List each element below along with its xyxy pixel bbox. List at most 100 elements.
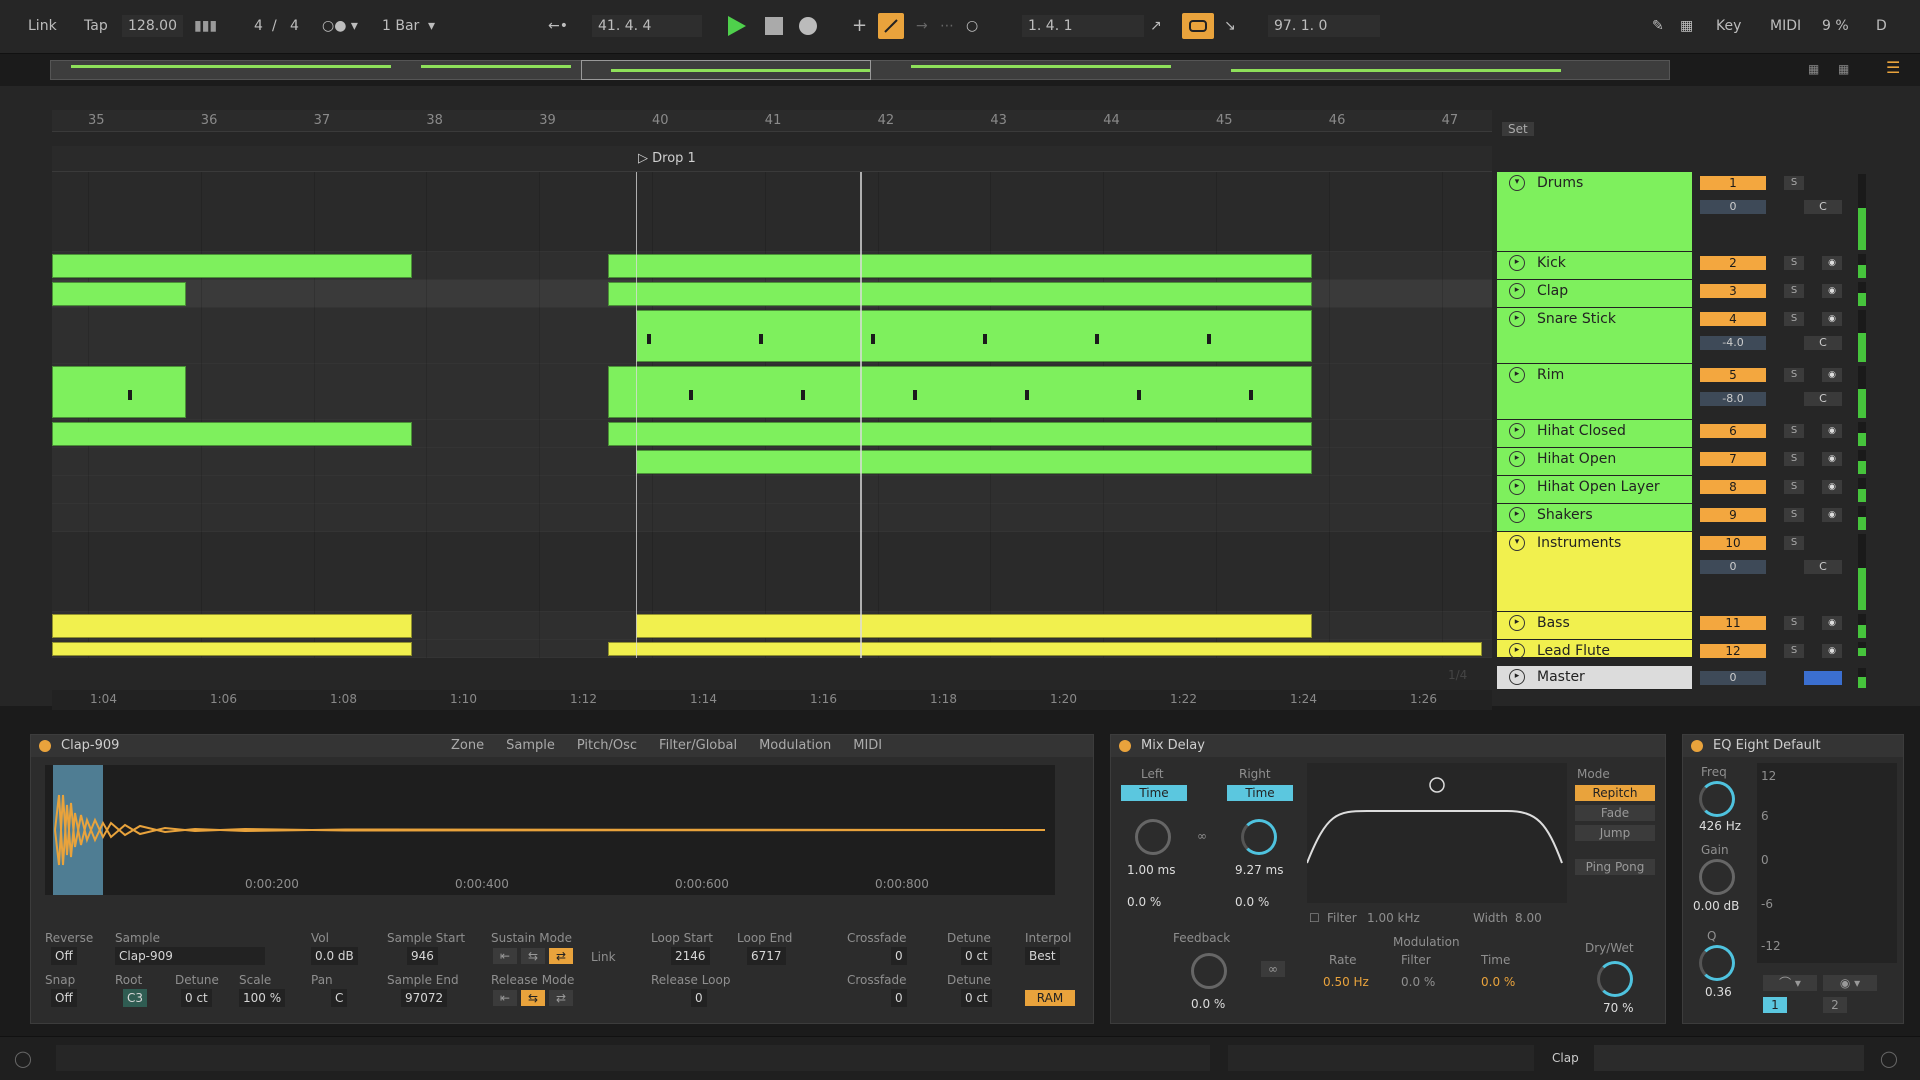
track-activator-button[interactable]: 12 bbox=[1700, 644, 1766, 658]
track-arm-icon[interactable]: ▸ bbox=[1509, 423, 1525, 439]
record-arm-icon[interactable]: ◉ bbox=[1822, 616, 1842, 630]
arrangement-clip[interactable] bbox=[608, 282, 1312, 306]
play-button[interactable] bbox=[722, 12, 750, 40]
quantize-menu[interactable]: 1 Bar bbox=[382, 15, 419, 37]
track-activator-button[interactable]: 10 bbox=[1700, 536, 1766, 550]
filter-checkbox-icon[interactable]: ☐ bbox=[1309, 911, 1320, 925]
arrangement-overview[interactable] bbox=[50, 60, 1670, 80]
waveform-display[interactable]: 0:00:200 0:00:400 0:00:600 0:00:800 bbox=[45, 765, 1055, 895]
track-activator-button[interactable]: 5 bbox=[1700, 368, 1766, 382]
arrangement-clip[interactable] bbox=[608, 366, 1312, 418]
track-pan[interactable]: C bbox=[1804, 560, 1842, 574]
show-detail-icon[interactable]: ◯ bbox=[1880, 1049, 1898, 1068]
eq-freq-knob[interactable] bbox=[1699, 781, 1735, 817]
arrangement-clip[interactable] bbox=[52, 422, 412, 446]
playhead[interactable] bbox=[860, 172, 862, 658]
sampler-tab[interactable]: Pitch/Osc bbox=[577, 738, 637, 753]
arrangement-clip[interactable] bbox=[608, 642, 1482, 656]
capture-icon[interactable]: → bbox=[916, 15, 928, 37]
track-arm-icon[interactable]: ▸ bbox=[1509, 669, 1525, 685]
root-field[interactable]: C3 bbox=[123, 989, 148, 1007]
record-arm-icon[interactable]: ◉ bbox=[1822, 452, 1842, 466]
track-pan[interactable]: C bbox=[1804, 392, 1842, 406]
mod-filter-value[interactable]: 0.0 % bbox=[1401, 975, 1435, 989]
track-pan[interactable]: C bbox=[1804, 200, 1842, 214]
cue-volume[interactable] bbox=[1804, 671, 1842, 685]
track-arm-icon[interactable]: ▸ bbox=[1509, 507, 1525, 523]
metronome-toggle-icon[interactable]: ○● ▾ bbox=[322, 15, 358, 37]
eq-band-a-button[interactable]: 1 bbox=[1763, 997, 1787, 1013]
loop-start-field[interactable]: 2146 bbox=[671, 947, 710, 965]
record-arm-icon[interactable]: ◉ bbox=[1822, 284, 1842, 298]
loop-start-field[interactable]: 1. 4. 1 bbox=[1022, 15, 1144, 37]
track-header[interactable]: ▾ Drums bbox=[1497, 172, 1692, 252]
arrangement-clip[interactable] bbox=[636, 614, 1312, 638]
track-arm-icon[interactable]: ▸ bbox=[1509, 451, 1525, 467]
computer-keyboard-icon[interactable]: ▦ bbox=[1680, 15, 1693, 37]
drywet-knob[interactable] bbox=[1597, 961, 1633, 997]
arrangement-clip[interactable] bbox=[52, 282, 186, 306]
link-toggle[interactable]: Link bbox=[591, 950, 616, 964]
arrangement-clip[interactable] bbox=[52, 254, 412, 278]
track-arm-icon[interactable]: ▸ bbox=[1509, 283, 1525, 299]
overview-zoom-out-icon[interactable]: ▦ bbox=[1838, 62, 1849, 76]
link-button[interactable]: Link bbox=[28, 15, 57, 37]
set-button[interactable]: Set bbox=[1502, 122, 1534, 136]
track-activator-button[interactable]: 2 bbox=[1700, 256, 1766, 270]
sampler-tab[interactable]: Modulation bbox=[759, 738, 831, 753]
tempo-field[interactable]: 128.00 bbox=[122, 15, 183, 37]
solo-button[interactable]: S bbox=[1784, 424, 1804, 438]
freeze-button[interactable]: ∞ bbox=[1261, 961, 1285, 977]
pan-field[interactable]: C bbox=[331, 989, 348, 1007]
eq-band-b-button[interactable]: 2 bbox=[1823, 997, 1847, 1013]
quantize-chevron-down-icon[interactable]: ▾ bbox=[428, 15, 435, 37]
sample-end-field[interactable]: 97072 bbox=[401, 989, 448, 1007]
track-activator-button[interactable]: 9 bbox=[1700, 508, 1766, 522]
eq-display[interactable]: 12 6 0 -6 -12 bbox=[1757, 763, 1897, 963]
loop-switch-button[interactable] bbox=[1182, 13, 1214, 39]
solo-button[interactable]: S bbox=[1784, 644, 1804, 658]
sample-start-field[interactable]: 946 bbox=[407, 947, 438, 965]
arrangement-clip[interactable] bbox=[636, 310, 1312, 362]
solo-button[interactable]: S bbox=[1784, 616, 1804, 630]
arrangement-clip[interactable] bbox=[636, 450, 1312, 474]
arrangement-clip[interactable] bbox=[52, 642, 412, 656]
solo-button[interactable]: S bbox=[1784, 452, 1804, 466]
solo-button[interactable]: S bbox=[1784, 368, 1804, 382]
track-header[interactable]: ▸ Kick bbox=[1497, 252, 1692, 280]
track-arm-icon[interactable]: ▸ bbox=[1509, 479, 1525, 495]
tap-button[interactable]: Tap bbox=[84, 15, 108, 37]
detune-loop-field[interactable]: 0 ct bbox=[961, 947, 992, 965]
time-sig-numerator[interactable]: 4 bbox=[254, 15, 263, 37]
track-activator-button[interactable]: 4 bbox=[1700, 312, 1766, 326]
track-pan[interactable]: C bbox=[1804, 336, 1842, 350]
eq-filter-type-select[interactable]: ⌒ ▾ bbox=[1763, 975, 1817, 991]
sustain-mode-off-button[interactable]: ⇤ bbox=[493, 948, 517, 964]
track-lane[interactable] bbox=[52, 504, 1492, 532]
time-ruler[interactable]: 1:04 1:06 1:08 1:10 1:12 1:14 1:16 1:18 1:20 1:22… bbox=[52, 690, 1492, 710]
session-record-icon[interactable]: ⋯ bbox=[940, 15, 954, 37]
device-power-icon[interactable] bbox=[39, 740, 51, 752]
right-offset-value[interactable]: 0.0 % bbox=[1235, 895, 1269, 909]
track-header[interactable]: ▸ Hihat Open Layer bbox=[1497, 476, 1692, 504]
release-mode-off-button[interactable]: ⇤ bbox=[493, 990, 517, 1006]
solo-button[interactable]: S bbox=[1784, 284, 1804, 298]
filter-display[interactable] bbox=[1306, 763, 1567, 903]
ping-pong-button[interactable]: Ping Pong bbox=[1575, 859, 1655, 875]
track-activator-button[interactable]: 3 bbox=[1700, 284, 1766, 298]
snap-toggle[interactable]: Off bbox=[51, 989, 77, 1007]
right-time-button[interactable]: Time bbox=[1227, 785, 1293, 801]
time-sig-denominator[interactable]: 4 bbox=[290, 15, 299, 37]
width-value[interactable]: 8.00 bbox=[1515, 911, 1542, 925]
track-lane[interactable] bbox=[52, 532, 1492, 612]
solo-button[interactable]: S bbox=[1784, 256, 1804, 270]
follow-icon[interactable]: ←• bbox=[548, 15, 568, 37]
track-arm-icon[interactable]: ▸ bbox=[1509, 367, 1525, 383]
release-loop-field[interactable]: 0 bbox=[691, 989, 707, 1007]
track-header[interactable]: ▸ Master bbox=[1497, 666, 1692, 690]
track-activator-button[interactable]: 8 bbox=[1700, 480, 1766, 494]
ram-button[interactable]: RAM bbox=[1025, 990, 1075, 1006]
track-activator-button[interactable]: 6 bbox=[1700, 424, 1766, 438]
track-arm-icon[interactable]: ▸ bbox=[1509, 643, 1525, 659]
record-arm-icon[interactable]: ◉ bbox=[1822, 256, 1842, 270]
